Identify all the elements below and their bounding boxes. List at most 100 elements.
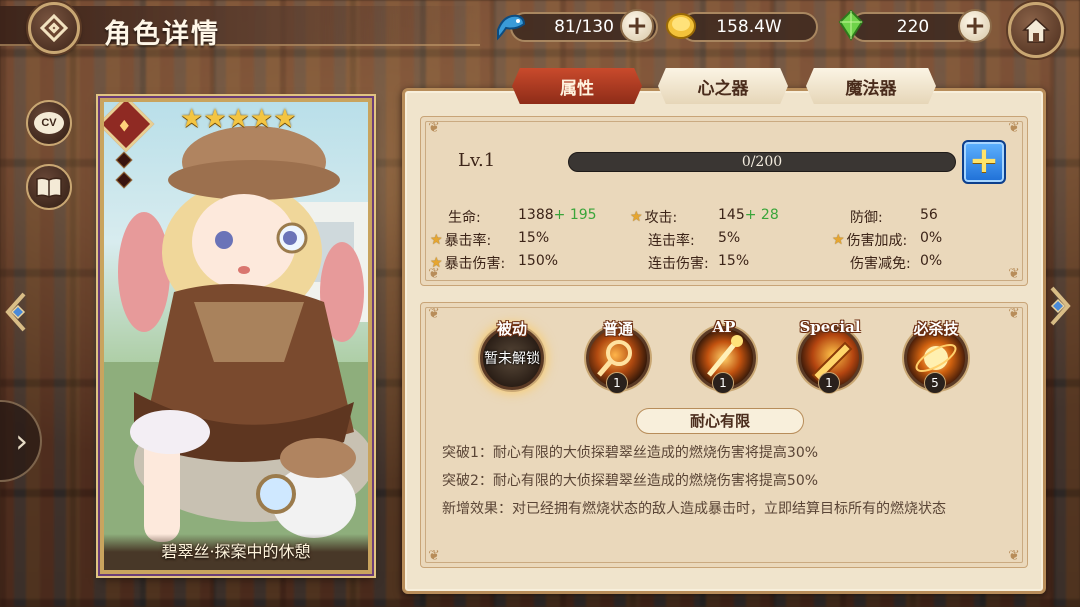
fish-icon xyxy=(497,14,526,41)
stat-value: 56 xyxy=(920,207,938,223)
tab-attributes[interactable]: 属性 xyxy=(512,68,642,104)
skill-locked-text: 暂未解锁 xyxy=(484,351,540,367)
stat-value: 145 xyxy=(718,207,745,223)
stat-crit-damage: ★ 暴击伤害: xyxy=(430,253,505,273)
stat-value: 150% xyxy=(518,253,559,269)
stat-label: 攻击: xyxy=(644,210,678,226)
top-bar: 角色详情 81/130 + 158.4W 220 + xyxy=(0,0,1080,58)
add-crystal-button[interactable]: + xyxy=(958,9,992,43)
stat-combo-rate: 连击率: xyxy=(648,230,695,250)
stat-value: 15% xyxy=(518,230,550,246)
next-character-arrow[interactable] xyxy=(1044,284,1072,328)
stat-value: 5% xyxy=(718,230,741,246)
right-arrow-icon xyxy=(1050,286,1071,326)
skill-breakthrough-2: 突破2：耐心有限的大侦探碧翠丝造成的燃烧伤害将提高50% xyxy=(442,473,819,489)
skill-special-label: Special xyxy=(799,318,861,336)
stat-damage-bonus: ★ 伤害加成: xyxy=(832,230,907,250)
green-crystal-icon xyxy=(838,9,864,41)
star-icon: ★ xyxy=(630,209,643,225)
gold-value: 158.4W xyxy=(716,17,782,37)
exp-text: 0/200 xyxy=(741,154,783,170)
skill-new-effect: 新增效果：对已经拥有燃烧状态的敌人造成暴击时，立即结算目标所有的燃烧状态 xyxy=(442,501,946,517)
corner-ornament-icon: ❦ xyxy=(1008,548,1020,564)
stat-label: 连击伤害: xyxy=(648,256,709,272)
star-icon: ★ xyxy=(430,232,443,248)
exp-progress-bar: 0/200 xyxy=(568,152,956,172)
tab-label: 属性 xyxy=(560,78,594,99)
star-icon: ★ xyxy=(273,104,297,134)
skill-passive-label: 被动 xyxy=(496,320,527,338)
stat-label: 生命: xyxy=(448,210,481,226)
skill-special-level: 1 xyxy=(818,372,840,394)
skill-ultimate-label: 必杀技 xyxy=(913,320,959,338)
stat-defense-value: 56 xyxy=(920,207,938,223)
stat-combo-damage: 连击伤害: xyxy=(648,253,709,273)
fire-icon: ♦ xyxy=(117,116,132,136)
character-portrait xyxy=(104,126,368,570)
corner-ornament-icon: ❦ xyxy=(428,548,440,564)
star-icon: ★ xyxy=(832,232,845,248)
chevron-right-icon: › xyxy=(15,422,28,460)
skill-ultimate-level: 5 xyxy=(924,372,946,394)
character-card[interactable]: ♦ ★ ★ ★ ★ ★ 碧翠丝·探案中的休憩 xyxy=(100,98,372,574)
corner-ornament-icon: ❦ xyxy=(1008,120,1020,136)
skill-breakthrough-1: 突破1：耐心有限的大侦探碧翠丝造成的燃烧伤害将提高30% xyxy=(442,445,819,461)
stat-value: 0% xyxy=(920,230,943,246)
level-label: Lv.1 xyxy=(458,150,496,171)
stat-defense: 防御: xyxy=(850,207,883,227)
stat-bonus: + 28 xyxy=(744,207,779,223)
skill-ap-label: AP xyxy=(712,318,736,336)
tab-heart-vessel[interactable]: 心之器 xyxy=(658,68,788,104)
stat-damage-reduction-value: 0% xyxy=(920,253,942,269)
character-name: 碧翠丝·探案中的休憩 xyxy=(161,542,311,561)
gold-coin-icon xyxy=(666,13,696,39)
stat-label: 伤害减免: xyxy=(850,256,911,272)
star-rating: ★ ★ ★ ★ ★ xyxy=(180,106,297,132)
star-icon: ★ xyxy=(430,255,443,271)
cv-voice-button[interactable]: CV xyxy=(26,100,72,146)
book-icon xyxy=(36,177,62,198)
tab-label: 心之器 xyxy=(697,78,749,99)
stat-label: 伤害加成: xyxy=(846,233,908,249)
add-stamina-button[interactable]: + xyxy=(620,9,654,43)
previous-character-arrow[interactable] xyxy=(4,290,32,334)
stat-attack-value: 145 + 28 xyxy=(718,207,779,223)
crystal-value: 220 xyxy=(896,17,930,37)
left-arrow-icon xyxy=(5,292,26,332)
skill-ap-level: 1 xyxy=(712,372,734,394)
stat-hp: 生命: xyxy=(448,207,481,227)
stat-value: 1388 xyxy=(518,207,554,223)
stat-combo-rate-value: 5% xyxy=(718,230,740,246)
skill-normal-label: 普通 xyxy=(602,320,633,338)
cv-icon: CV xyxy=(34,112,64,134)
corner-ornament-icon: ❦ xyxy=(1008,266,1020,282)
back-diamond-icon xyxy=(39,13,69,43)
stat-damage-reduction: 伤害减免: xyxy=(850,253,911,273)
tab-label: 魔法器 xyxy=(845,78,897,99)
corner-ornament-icon: ❦ xyxy=(428,306,440,322)
level-up-button[interactable]: + xyxy=(962,140,1006,184)
back-button[interactable] xyxy=(28,2,80,54)
star-icon: ★ xyxy=(203,104,227,134)
star-icon: ★ xyxy=(226,104,250,134)
stat-bonus: + 195 xyxy=(553,207,597,223)
star-icon: ★ xyxy=(180,104,204,134)
home-icon xyxy=(1022,17,1050,43)
stat-crit-rate: ★ 暴击率: xyxy=(430,230,491,250)
home-button[interactable] xyxy=(1008,2,1064,58)
stat-label: 暴击伤害: xyxy=(444,256,506,272)
stat-combo-damage-value: 15% xyxy=(718,253,749,269)
stat-crit-damage-value: 150% xyxy=(518,253,558,269)
tab-magic-device[interactable]: 魔法器 xyxy=(806,68,936,104)
corner-ornament-icon: ❦ xyxy=(1008,306,1020,322)
stat-hp-value: 1388 + 195 xyxy=(518,207,597,223)
stat-label: 连击率: xyxy=(648,233,695,249)
stat-value: 15% xyxy=(718,253,750,269)
stat-attack: ★ 攻击: xyxy=(630,207,677,227)
star-icon: ★ xyxy=(249,104,274,134)
story-book-button[interactable] xyxy=(26,164,72,210)
stat-damage-bonus-value: 0% xyxy=(920,230,942,246)
skill-title: 耐心有限 xyxy=(636,408,804,434)
corner-ornament-icon: ❦ xyxy=(428,120,440,136)
stamina-value: 81/130 xyxy=(554,17,614,37)
